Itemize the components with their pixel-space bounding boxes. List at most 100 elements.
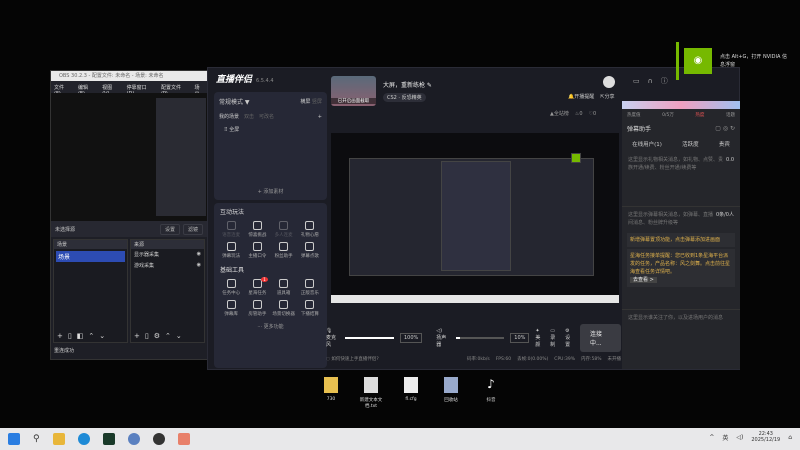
tool-button[interactable]: 场景切换器 (271, 300, 297, 317)
tool-button[interactable]: 主播口令 (244, 242, 270, 259)
stream-title[interactable]: 大屏，重新练枪 ✎ (383, 80, 432, 89)
avatar[interactable] (603, 76, 615, 88)
search-icon[interactable]: ⚲ (33, 434, 40, 444)
tab-activity[interactable]: 活跃度 (682, 140, 699, 148)
my-scenes-tab[interactable]: 我的场景 (219, 113, 239, 120)
tool-button[interactable]: 下播结算 (297, 300, 323, 317)
tool-button[interactable]: 星海任务 1 (244, 277, 270, 296)
app-icon[interactable] (102, 433, 115, 445)
gear-icon[interactable]: ⚙ (154, 332, 160, 340)
obs-icon[interactable] (152, 433, 165, 445)
nvidia-logo-icon: ◉ (684, 48, 712, 74)
scene-item[interactable]: 场景 (56, 251, 125, 262)
record-button[interactable]: ▭ 录制 (550, 328, 559, 348)
eye-icon[interactable]: ◉ (197, 251, 201, 258)
desktop-icon[interactable]: 回收站 (438, 377, 464, 409)
connect-button[interactable]: 连接中... (579, 324, 621, 352)
filter-button[interactable]: 滤镜 (182, 223, 203, 235)
start-icon[interactable] (8, 433, 20, 445)
speaker-slider[interactable] (455, 337, 505, 339)
beauty-button[interactable]: ✦ 美颜 (535, 328, 544, 348)
info-icon[interactable]: ⓘ (661, 76, 668, 86)
help-link[interactable]: ◌ 如何快速上手直播伴侣? (326, 356, 379, 362)
settings-button[interactable]: 设置 (159, 223, 180, 235)
landscape-toggle[interactable]: 横屏 (300, 99, 310, 105)
speaker[interactable]: ◁) 扬声器 (436, 328, 449, 348)
tool-button[interactable]: 任务中心 (218, 279, 244, 296)
up-icon[interactable]: ⌃ (165, 332, 171, 340)
down-icon[interactable]: ⌄ (176, 332, 182, 340)
menu-docks[interactable]: 停靠窗口(D) (127, 84, 153, 97)
desktop-icon[interactable]: 730 (318, 377, 344, 409)
more-functions-button[interactable]: ··· 更多功能 (214, 323, 327, 330)
tool-button[interactable]: 粉丝助手 (271, 242, 297, 259)
menu-scene[interactable]: 场景 (195, 84, 205, 98)
notification-icon[interactable]: ⌂ (788, 434, 792, 441)
message-icon[interactable]: ▭ (633, 77, 640, 85)
speaker-volume[interactable]: 10% (510, 333, 530, 343)
add-icon[interactable]: + (134, 332, 140, 340)
menu-view[interactable]: 视图(V) (102, 84, 118, 97)
tab-vip[interactable]: 贵宾 (719, 140, 730, 148)
tool-icon (305, 300, 315, 309)
chevron-up-icon[interactable]: ^ (709, 434, 714, 441)
tool-button[interactable]: 礼物心愿 (297, 221, 323, 238)
remind-button[interactable]: 🔔开播提醒 (568, 93, 594, 100)
tab-online-users[interactable]: 在线用户(1) (632, 140, 662, 148)
scene-panel: 常规模式 ▼ 横屏 竖屏 我的场景 双击 可改名 + ⠿ 全屏 + 添加素材 (214, 92, 327, 200)
desktop-icon[interactable]: 新建文本文档.txt (358, 377, 384, 409)
tool-button[interactable]: 弹幕库 (218, 300, 244, 317)
tool-button[interactable]: 弹幕玩法 (218, 242, 244, 259)
tool-button[interactable]: 语音连麦 (218, 221, 244, 238)
live-companion-icon[interactable] (177, 433, 190, 445)
filter-icon[interactable]: ◧ (77, 332, 84, 340)
file-explorer-icon[interactable] (52, 433, 65, 445)
add-icon[interactable]: + (57, 332, 63, 340)
menu-file[interactable]: 文件(F) (54, 84, 70, 97)
tool-button[interactable]: 房管助手 (244, 300, 270, 317)
sources-panel: 来源 显示器采集 ◉ 游戏采集 ◉ + ▯ ⚙ ⌃ ⌄ (130, 239, 205, 343)
scene-item[interactable]: ⠿ 全屏 (214, 122, 327, 137)
notice-pin[interactable]: 新增弹幕置顶功能，点击弹幕添加进画面 (627, 233, 735, 247)
desktop-icon[interactable]: ♪ 抖音 (478, 377, 504, 409)
tool-label: 主播口令 (248, 254, 267, 259)
source-item[interactable]: 显示器采集 ◉ (131, 249, 204, 260)
cover-image[interactable]: 已开启画面截取 (331, 76, 376, 106)
source-item[interactable]: 游戏采集 ◉ (131, 260, 204, 271)
mode-dropdown[interactable]: 常规模式 ▼ (219, 97, 250, 106)
tool-button[interactable]: 正版音乐 (297, 279, 323, 296)
menu-profile[interactable]: 配置文件(P) (161, 84, 187, 97)
down-icon[interactable]: ⌄ (99, 332, 105, 340)
microphone[interactable]: 🎙 麦克风 (326, 328, 339, 348)
desktop-icon[interactable]: fl.cfg (398, 377, 424, 409)
up-icon[interactable]: ⌃ (88, 332, 94, 340)
ime-indicator[interactable]: 英 (722, 433, 728, 442)
portrait-toggle[interactable]: 竖屏 (312, 99, 322, 105)
delete-icon[interactable]: ▯ (145, 332, 149, 340)
all-station-rank[interactable]: ▲全站榜 (550, 110, 569, 117)
panel-icons[interactable]: ▢ ◎ ↻ (715, 125, 735, 132)
tool-button[interactable]: 多人连麦 (271, 221, 297, 238)
app-icon[interactable] (127, 433, 140, 445)
view-button[interactable]: 去查看 > (630, 277, 657, 283)
add-material-button[interactable]: + 添加素材 (214, 188, 327, 195)
nvidia-toast[interactable]: ◉ 点击 Alt+G，打开 NVIDIA 信息浮窗 (676, 42, 800, 80)
tool-button[interactable]: 道具箱 (271, 279, 297, 296)
add-scene-icon[interactable]: + (318, 114, 322, 120)
tool-button[interactable]: 弹幕点歌 (297, 242, 323, 259)
clock[interactable]: 22:43 2025/12/19 (751, 431, 780, 443)
delete-icon[interactable]: ▯ (68, 332, 72, 340)
settings-button[interactable]: ⚙ 设置 (565, 328, 574, 348)
mic-volume[interactable]: 100% (399, 333, 423, 343)
share-button[interactable]: ⇱分享 (600, 93, 614, 100)
headset-icon[interactable]: ∩ (648, 77, 653, 85)
tool-button[interactable]: 惊喜挑战 (244, 221, 270, 238)
edge-icon[interactable] (77, 433, 90, 445)
volume-icon[interactable]: ◁) (736, 434, 743, 441)
menu-edit[interactable]: 编辑(E) (78, 84, 94, 97)
eye-icon[interactable]: ◉ (197, 262, 201, 269)
mic-slider[interactable] (345, 337, 394, 339)
tool-icon (279, 221, 289, 230)
category-chip[interactable]: CS2 · 反恐精英 (383, 93, 426, 102)
tool-label: 任务中心 (222, 291, 241, 296)
